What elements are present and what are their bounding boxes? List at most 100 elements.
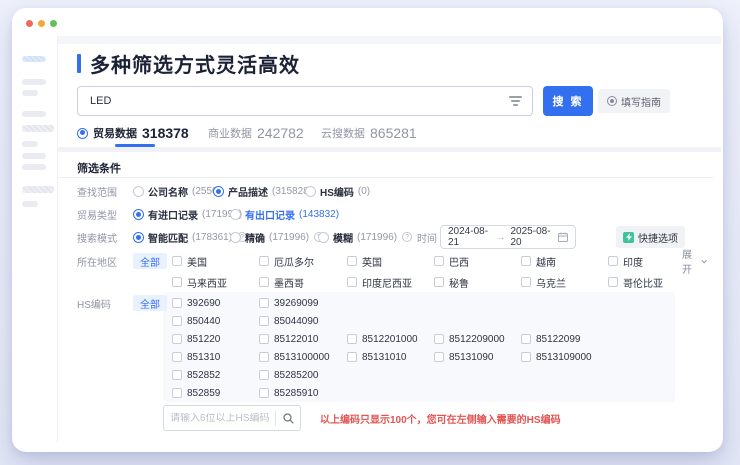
checkbox-hs-code[interactable]: 85131010 [347,349,407,365]
radio-company-name[interactable]: 公司名称 (2550) [133,183,221,199]
sidebar-item[interactable] [22,153,46,159]
checkbox-icon [521,334,531,344]
checkbox-label: 8513109000 [536,352,592,363]
checkbox-region[interactable]: 印度 [608,253,643,269]
checkbox-hs-code[interactable]: 850440 [172,313,220,329]
checkbox-hs-code[interactable]: 8513100000 [259,349,330,365]
checkbox-icon [434,256,444,266]
expand-button[interactable]: 展开 [682,253,707,269]
filter-lines-icon[interactable] [509,96,522,106]
radio-product-desc[interactable]: 产品描述 (315828) [213,183,312,199]
radio-icon [133,186,144,197]
radio-label: 有出口记录 [245,207,295,222]
checkbox-hs-code[interactable]: 8513109000 [521,349,592,365]
sidebar-item[interactable] [22,141,38,147]
date-range-picker[interactable]: 2024-08-21 → 2025-08-20 [440,225,576,249]
checkbox-hs-code[interactable]: 39269099 [259,295,319,311]
checkbox-label: 马来西亚 [187,275,227,290]
tab-cloud-data[interactable]: 云搜数据 865281 [321,122,417,144]
checkbox-hs-code[interactable]: 392690 [172,295,220,311]
sidebar-item[interactable] [22,125,54,132]
checkbox-region[interactable]: 乌克兰 [521,274,566,290]
checkbox-icon [172,277,182,287]
checkbox-icon [172,334,182,344]
checkbox-region[interactable]: 巴西 [434,253,469,269]
checkbox-hs-code[interactable]: 85122099 [521,331,581,347]
page-title: 多种筛选方式灵活高效 [90,49,300,78]
region-all-tag[interactable]: 全部 [133,253,167,269]
radio-exact-match[interactable]: 精确 (171996) ? [230,229,324,245]
checkbox-hs-code[interactable]: 85122010 [259,331,319,347]
checkbox-icon [347,256,357,266]
magnifier-icon [283,413,294,424]
checkbox-hs-code[interactable]: 851220 [172,331,220,347]
checkbox-region[interactable]: 厄瓜多尔 [259,253,314,269]
sidebar-item[interactable] [22,79,46,85]
row-search-scope: 查找范围 公司名称 (2550) 产品描述 (315828) HS编码 (0) [77,183,707,199]
sidebar-item[interactable] [22,201,38,207]
checkbox-region[interactable]: 印度尼西亚 [347,274,412,290]
row-hs-6: 852859 85285910 [77,385,707,401]
checkbox-region[interactable]: 秘鲁 [434,274,469,290]
checkbox-icon [521,352,531,362]
minimize-window-icon[interactable] [38,20,45,27]
radio-icon [230,209,241,220]
checkbox-region[interactable]: 哥伦比亚 [608,274,663,290]
tab-label: 贸易数据 [93,125,137,141]
checkbox-label: 85122099 [536,334,581,345]
checkbox-region[interactable]: 越南 [521,253,556,269]
search-button[interactable]: 搜 索 [543,86,593,116]
row-hs-input: 以上编码只显示100个，您可在左侧输入需要的HS编码 [77,405,707,431]
tab-business-data[interactable]: 商业数据 242782 [208,122,304,144]
checkbox-hs-code[interactable]: 852852 [172,367,220,383]
sidebar-divider [57,36,58,442]
checkbox-hs-code[interactable]: 851310 [172,349,220,365]
radio-selected-icon [133,232,144,243]
search-input[interactable] [78,95,509,107]
fill-guide-button[interactable]: 填写指南 [598,89,670,113]
checkbox-hs-code[interactable]: 85044090 [259,313,319,329]
radio-count: (171996) [269,232,309,243]
checkbox-icon [434,334,444,344]
checkbox-region[interactable]: 墨西哥 [259,274,304,290]
checkbox-label: 秘鲁 [449,275,469,290]
checkbox-icon [172,298,182,308]
radio-hs-code[interactable]: HS编码 (0) [305,183,370,199]
checkbox-region[interactable]: 马来西亚 [172,274,227,290]
date-end: 2025-08-20 [511,226,554,248]
checkbox-icon [521,277,531,287]
maximize-window-icon[interactable] [50,20,57,27]
checkbox-hs-code[interactable]: 85285200 [259,367,319,383]
radio-export-records[interactable]: 有出口记录 (143832) [230,206,339,222]
sidebar-item[interactable] [22,186,54,193]
quick-options-button[interactable]: 快捷选项 [616,226,685,248]
checkbox-hs-code[interactable]: 85131090 [434,349,494,365]
checkbox-hs-code[interactable]: 85285910 [259,385,319,401]
guide-circle-icon [607,96,617,106]
checkbox-region[interactable]: 英国 [347,253,382,269]
tab-trade-data[interactable]: 贸易数据 318378 [77,122,189,144]
sidebar-item[interactable] [22,111,46,117]
row-hs-4: 851310 8513100000 85131010 85131090 8513… [77,349,707,365]
help-icon[interactable]: ? [402,232,412,242]
checkbox-hs-code[interactable]: 8512209000 [434,331,505,347]
checkbox-hs-code[interactable]: 8512201000 [347,331,418,347]
sidebar-item[interactable] [22,90,38,96]
checkbox-icon [259,277,269,287]
hs-code-input[interactable] [164,413,275,424]
tab-label: 商业数据 [208,125,252,141]
tab-count: 242782 [257,125,304,141]
sidebar-item[interactable] [22,164,46,170]
close-window-icon[interactable] [26,20,33,27]
radio-fuzzy-match[interactable]: 模糊 (171996) ? [318,229,412,245]
checkbox-label: 85285200 [274,370,319,381]
checkbox-hs-code[interactable]: 852859 [172,385,220,401]
checkbox-region[interactable]: 美国 [172,253,207,269]
search-hs-button[interactable] [276,406,300,430]
checkbox-label: 39269099 [274,298,319,309]
quick-options-icon [623,232,634,243]
hs-all-tag[interactable]: 全部 [133,295,167,311]
radio-import-records[interactable]: 有进口记录 (171996) [133,206,242,222]
target-icon [77,128,88,139]
sidebar-item-active[interactable] [22,56,46,62]
